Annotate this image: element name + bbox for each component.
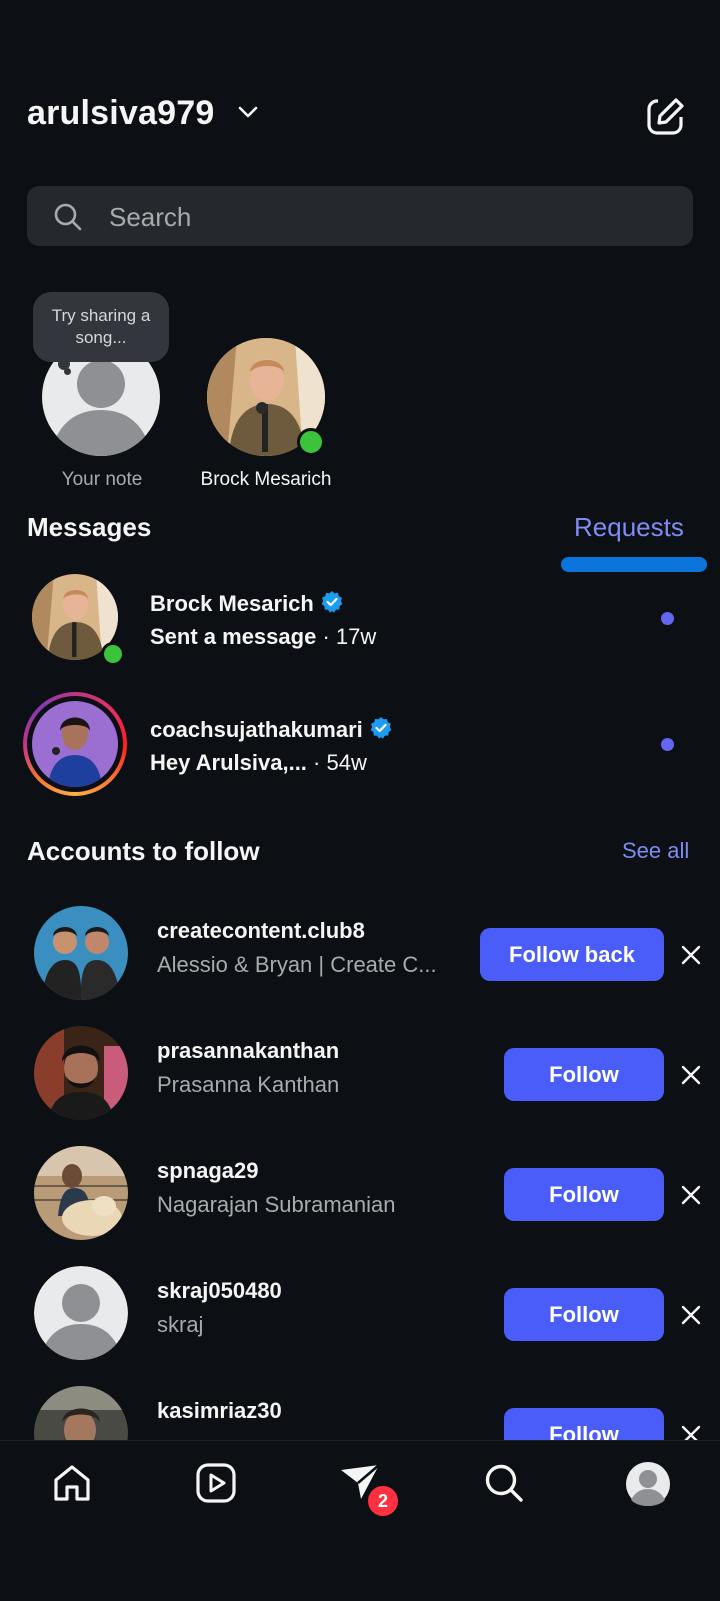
chevron-down-icon[interactable] — [238, 104, 258, 120]
thread-name-text: Brock Mesarich — [150, 591, 314, 616]
suggested-username: prasannakanthan — [157, 1038, 340, 1063]
thread-preview-text: Hey Arulsiva,... — [150, 750, 307, 775]
follow-button[interactable]: Follow — [504, 1288, 664, 1341]
bottom-navigation-bar: 2 — [0, 1440, 720, 1601]
suggested-account-row[interactable]: skraj050480 skraj Follow — [0, 1260, 720, 1370]
notification-badge: 2 — [366, 1484, 400, 1518]
profile-photo — [34, 1026, 128, 1120]
avatar — [34, 1026, 128, 1120]
search-bar[interactable] — [27, 186, 693, 248]
messages-heading: Messages — [27, 512, 152, 542]
unread-dot — [661, 738, 674, 751]
follow-button[interactable]: Follow — [504, 1048, 664, 1101]
message-thread-coachsujathakumari[interactable]: coachsujathakumari Hey Arulsiva,... · 54… — [0, 688, 720, 798]
suggested-full-name: skraj — [157, 1312, 204, 1337]
close-icon[interactable] — [680, 1184, 702, 1206]
thread-name: coachsujathakumari — [150, 716, 393, 743]
thread-preview: Hey Arulsiva,... · 54w — [150, 750, 367, 776]
close-icon[interactable] — [680, 944, 702, 966]
search-icon[interactable] — [483, 1462, 525, 1504]
suggested-account-row[interactable]: spnaga29 Nagarajan Subramanian Follow — [0, 1140, 720, 1250]
message-thread-brock[interactable]: Brock Mesarich Sent a message · 17w — [0, 562, 720, 672]
verified-badge-icon — [370, 717, 392, 739]
suggested-account-row[interactable]: prasannakanthan Prasanna Kanthan Follow — [0, 1020, 720, 1130]
verified-badge-icon — [321, 591, 343, 613]
reels-icon[interactable] — [195, 1462, 237, 1504]
follow-back-button[interactable]: Follow back — [480, 928, 664, 981]
suggested-username: spnaga29 — [157, 1158, 259, 1183]
thread-name: Brock Mesarich — [150, 590, 344, 617]
suggested-full-name: Nagarajan Subramanian — [157, 1192, 396, 1217]
suggested-username: skraj050480 — [157, 1278, 282, 1303]
thread-preview: Sent a message · 17w — [150, 624, 376, 650]
profile-photo — [32, 701, 118, 787]
accounts-to-follow-heading: Accounts to follow — [27, 836, 260, 866]
online-status-dot — [101, 642, 125, 666]
avatar — [32, 701, 118, 787]
note-prompt-bubble[interactable]: Try sharing a song... — [33, 292, 169, 362]
suggested-account-row[interactable]: createcontent.club8 Alessio & Bryan | Cr… — [0, 900, 720, 1010]
account-switcher-username[interactable]: arulsiva979 — [27, 94, 214, 133]
profile-icon[interactable] — [626, 1462, 670, 1506]
search-input[interactable] — [107, 186, 671, 248]
profile-photo — [34, 1146, 128, 1240]
default-avatar-icon — [34, 1266, 128, 1360]
thread-time: · 17w — [322, 624, 377, 649]
search-icon — [54, 203, 82, 231]
your-note-label: Your note — [61, 469, 143, 490]
thread-name-text: coachsujathakumari — [150, 717, 363, 742]
thread-time: · 54w — [313, 750, 367, 775]
avatar — [34, 1266, 128, 1360]
home-icon[interactable] — [51, 1462, 93, 1504]
requests-tab[interactable]: Requests — [574, 512, 684, 543]
thread-preview-text: Sent a message — [150, 624, 317, 649]
suggested-username: createcontent.club8 — [157, 918, 365, 943]
close-icon[interactable] — [680, 1304, 702, 1326]
suggested-full-name: Alessio & Bryan | Create C... — [157, 952, 437, 977]
note-bubble-tail-small — [64, 368, 71, 375]
compose-icon[interactable] — [646, 96, 686, 136]
follow-button[interactable]: Follow — [504, 1168, 664, 1221]
profile-photo — [34, 906, 128, 1000]
see-all-link[interactable]: See all — [622, 838, 689, 864]
online-status-dot — [297, 428, 325, 456]
unread-dot — [661, 612, 674, 625]
avatar — [34, 1146, 128, 1240]
avatar — [34, 906, 128, 1000]
suggested-full-name: Prasanna Kanthan — [157, 1072, 340, 1097]
close-icon[interactable] — [680, 1064, 702, 1086]
note-label-brock: Brock Mesarich — [200, 469, 332, 490]
suggested-username: kasimriaz30 — [157, 1398, 282, 1423]
